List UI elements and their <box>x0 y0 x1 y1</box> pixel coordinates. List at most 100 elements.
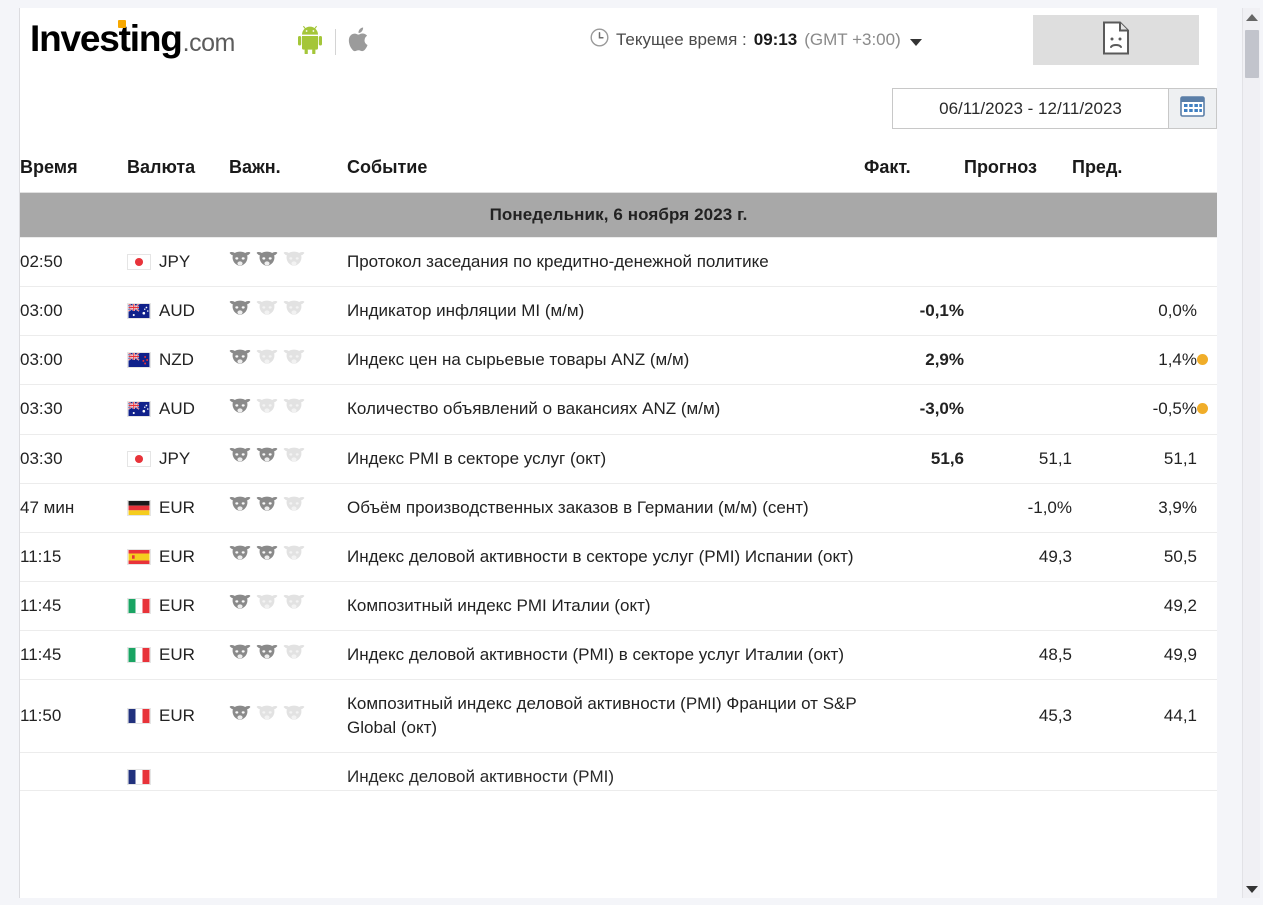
broken-image-icon <box>1101 21 1131 60</box>
table-row[interactable]: 11:45 EUR Композитный индекс PMI Италии (о… <box>20 581 1217 632</box>
cell-importance[interactable] <box>229 679 347 754</box>
cell-currency: JPY <box>127 237 229 288</box>
table-row[interactable]: 03:00 NZD Индекс цен на сырьевые товары AN… <box>20 335 1217 386</box>
cell-event[interactable]: Индекс PMI в секторе услуг (окт) <box>347 434 864 484</box>
cell-indicator[interactable] <box>1197 286 1217 337</box>
importance-bull-icon <box>229 398 251 421</box>
date-range-picker[interactable]: 06/11/2023 - 12/11/2023 <box>892 88 1217 129</box>
importance-bull-icon <box>283 300 305 323</box>
table-row[interactable]: 03:30 AUD Количество объявлений о вакансия… <box>20 384 1217 435</box>
cell-indicator[interactable] <box>1197 679 1217 754</box>
importance-bull-icon <box>256 349 278 372</box>
cell-actual: 2,9% <box>864 335 964 386</box>
cell-forecast: 49,3 <box>964 532 1072 582</box>
scroll-down-arrow-icon[interactable] <box>1243 880 1261 898</box>
table-row[interactable]: 02:50 JPY Протокол заседания по кредитно-д… <box>20 237 1217 288</box>
cell-importance[interactable] <box>229 237 347 288</box>
table-row[interactable]: 47 мин EUR Объём производственных заказов … <box>20 483 1217 533</box>
revision-indicator-dot[interactable] <box>1197 403 1208 415</box>
scrollbar-thumb[interactable] <box>1245 30 1259 78</box>
table-row[interactable]: 11:45 EUR Индекс деловой активности (PMI) … <box>20 630 1217 681</box>
importance-bull-icon <box>256 644 278 667</box>
cell-event[interactable]: Композитный индекс PMI Италии (окт) <box>347 581 864 632</box>
cell-forecast <box>964 237 1072 288</box>
android-icon[interactable] <box>297 25 323 59</box>
current-time-display[interactable]: Текущее время : 09:13 (GMT +3:00) <box>590 28 922 52</box>
column-header-importance[interactable]: Важн. <box>229 143 347 193</box>
cell-importance[interactable] <box>229 434 347 484</box>
column-header-previous[interactable]: Пред. <box>1072 143 1217 193</box>
cell-forecast <box>964 335 1072 386</box>
revision-indicator-dot[interactable] <box>1197 354 1208 366</box>
cell-importance[interactable] <box>229 384 347 435</box>
cell-indicator[interactable] <box>1197 532 1217 582</box>
cell-event[interactable]: Индекс деловой активности в секторе услу… <box>347 532 864 582</box>
table-row[interactable]: 11:15 EUR Индекс деловой активности в сект… <box>20 532 1217 582</box>
cell-previous <box>1072 752 1197 791</box>
scroll-up-arrow-icon[interactable] <box>1243 8 1261 26</box>
cell-importance[interactable] <box>229 286 347 337</box>
cell-indicator[interactable] <box>1197 237 1217 288</box>
cell-event[interactable]: Индекс цен на сырьевые товары ANZ (м/м) <box>347 335 864 386</box>
cell-indicator[interactable] <box>1197 752 1217 791</box>
column-header-currency[interactable]: Валюта <box>127 143 229 193</box>
apple-icon[interactable] <box>348 25 372 59</box>
cell-event[interactable]: Индекс деловой активности (PMI) в сектор… <box>347 630 864 681</box>
cell-importance[interactable] <box>229 630 347 681</box>
currency-code: EUR <box>159 546 195 566</box>
cell-event[interactable]: Индекс деловой активности (PMI) <box>347 752 864 791</box>
cell-importance[interactable] <box>229 581 347 632</box>
column-header-event[interactable]: Событие <box>347 143 864 193</box>
cell-actual <box>864 679 964 754</box>
importance-bull-icon <box>283 398 305 421</box>
cell-currency: AUD <box>127 384 229 435</box>
calendar-button[interactable] <box>1168 88 1217 129</box>
cell-event[interactable]: Композитный индекс деловой активности (P… <box>347 679 864 754</box>
column-header-actual[interactable]: Факт. <box>864 143 964 193</box>
vertical-scrollbar[interactable] <box>1242 8 1260 898</box>
cell-time: 03:30 <box>20 384 127 435</box>
cell-time: 47 мин <box>20 483 127 533</box>
cell-indicator[interactable] <box>1197 581 1217 632</box>
column-header-forecast[interactable]: Прогноз <box>964 143 1072 193</box>
cell-event[interactable]: Протокол заседания по кредитно-денежной … <box>347 237 864 288</box>
currency-code: JPY <box>159 252 191 272</box>
cell-event[interactable]: Индикатор инфляции MI (м/м) <box>347 286 864 337</box>
cell-currency <box>127 752 229 791</box>
chevron-down-icon[interactable] <box>909 38 922 46</box>
importance-bull-icon <box>229 300 251 323</box>
cell-indicator[interactable] <box>1197 434 1217 484</box>
cell-event[interactable]: Количество объявлений о вакансиях ANZ (м… <box>347 384 864 435</box>
cell-indicator[interactable] <box>1197 335 1217 386</box>
cell-previous: 44,1 <box>1072 679 1197 754</box>
importance-bull-icon <box>283 705 305 728</box>
cell-indicator[interactable] <box>1197 483 1217 533</box>
cell-forecast: 45,3 <box>964 679 1072 754</box>
cell-importance[interactable] <box>229 532 347 582</box>
cell-time: 11:50 <box>20 679 127 754</box>
cell-event[interactable]: Объём производственных заказов в Германи… <box>347 483 864 533</box>
table-row[interactable]: 03:00 AUD Индикатор инфляции MI (м/м) -0,1%… <box>20 286 1217 337</box>
column-header-time[interactable]: Время <box>20 143 127 193</box>
importance-bull-icon <box>283 644 305 667</box>
cell-time: 03:00 <box>20 286 127 337</box>
cell-importance[interactable] <box>229 752 347 791</box>
table-row[interactable]: 03:30 JPY Индекс PMI в секторе услуг (окт)… <box>20 434 1217 484</box>
cell-importance[interactable] <box>229 483 347 533</box>
table-body: Понедельник, 6 ноября 2023 г. 02:50 JPY Про… <box>20 192 1217 791</box>
cell-previous: 49,2 <box>1072 581 1197 632</box>
cell-previous: 0,0% <box>1072 286 1197 337</box>
cell-indicator[interactable] <box>1197 630 1217 681</box>
investing-logo[interactable]: Investing .com <box>30 18 235 60</box>
cell-currency: EUR <box>127 483 229 533</box>
table-row[interactable]: 11:50 EUR Композитный индекс деловой актив… <box>20 679 1217 754</box>
currency-code: AUD <box>159 301 195 321</box>
badge-divider <box>335 29 336 55</box>
cell-indicator[interactable] <box>1197 384 1217 435</box>
cell-importance[interactable] <box>229 335 347 386</box>
importance-bull-icon <box>229 594 251 617</box>
cell-currency: NZD <box>127 335 229 386</box>
table-row[interactable]: Индекс деловой активности (PMI) <box>20 752 1217 791</box>
date-range-input[interactable]: 06/11/2023 - 12/11/2023 <box>892 88 1168 129</box>
importance-bull-icon <box>283 349 305 372</box>
